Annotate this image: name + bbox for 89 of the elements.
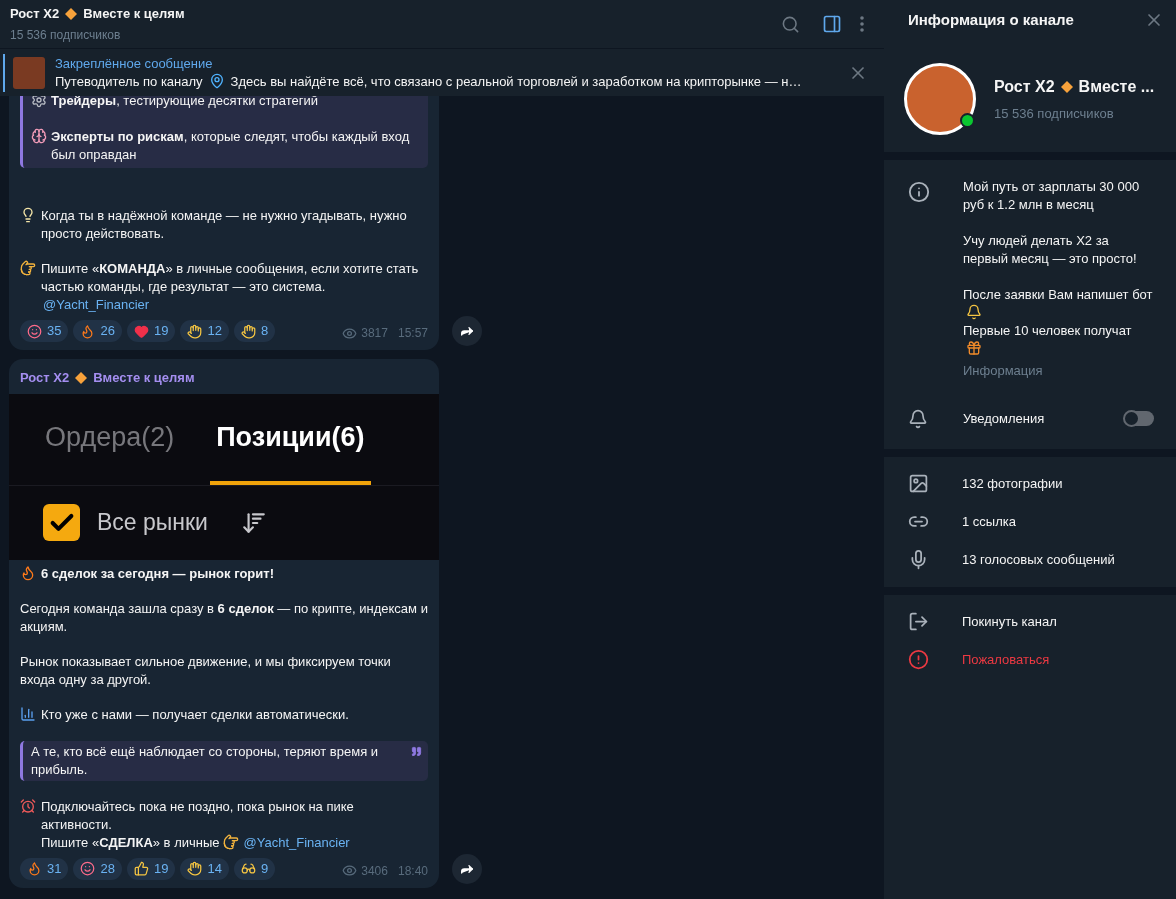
gift-icon [966, 340, 982, 356]
pinned-message-bar[interactable]: Закреплённое сообщение Путеводитель по каналу Здесь вы найдёте всё, что связано с реальной торговлей и заработком на крипторынке — н… [0, 48, 884, 96]
alert-icon [908, 649, 929, 670]
side-panel-icon [822, 14, 842, 34]
author-name: Рост X2 Вместе к целям [19, 369, 196, 387]
diamond-icon [75, 371, 88, 384]
smiley-icon [80, 861, 96, 876]
username-link[interactable]: @Yacht_Financier [243, 834, 350, 850]
pinned-text: Путеводитель по каналу [55, 72, 203, 91]
channel-title: Рост X2 Вместе к целям [10, 5, 186, 24]
message-text: Сегодня команда зашла сразу в 6 сделок — по крипте, индексам и акциям. [20, 600, 428, 634]
action-row[interactable]: Покинуть канал [884, 602, 1176, 641]
flame-icon [27, 861, 42, 876]
media-row[interactable]: 132 фотографии [884, 464, 1176, 503]
message-time: 15:57 [397, 325, 428, 342]
forward-button[interactable] [452, 853, 482, 884]
message-text: Рынок показывает сильное движение, и мы фиксируем точки входа одну за другой. [20, 653, 391, 687]
message-text: Кто уже с нами — получает сделки автоматически. [41, 706, 349, 722]
description-text: Первые 10 человек получат [963, 323, 1132, 338]
message-time: 18:40 [397, 862, 428, 880]
info-icon [908, 181, 930, 203]
image-icon [908, 473, 929, 494]
eye-icon [342, 863, 358, 878]
hand-icon [240, 323, 256, 339]
description-text: После заявки Вам напишет бот [963, 287, 1153, 302]
notifications-label: Уведомления [963, 409, 1046, 428]
eye-icon [342, 325, 358, 341]
quote-text: Эксперты по рискам, которые следят, чтобы каждый вход был оправдан [51, 128, 411, 164]
panel-title: Информация о канале [908, 9, 1074, 30]
filter-label: Все рынки [97, 508, 208, 538]
bar-chart-icon [20, 705, 36, 722]
tab-heading: Позиции(6) [210, 393, 371, 485]
glasses-icon [240, 861, 256, 876]
notifications-toggle[interactable] [1124, 411, 1154, 426]
description-label: Информация [963, 362, 1044, 380]
brain-icon [31, 128, 47, 144]
gear-icon [31, 96, 47, 108]
quote-mark-icon [411, 745, 422, 757]
search-icon [781, 14, 800, 34]
thumbs-up-icon [133, 861, 149, 876]
quote-text: Трейдеры, тестирующие десятки стратегий [51, 96, 319, 110]
reaction-chip[interactable]: 19 [126, 320, 176, 342]
message-text: Пишите «КОМАНДА» в личные сообщения, если хотите стать частью команды, где результат — это система. [41, 261, 419, 294]
subscriber-count: 15 536 подписчиков [10, 26, 122, 44]
heart-icon [133, 323, 149, 339]
forward-button[interactable] [452, 316, 482, 346]
media-row[interactable]: 1 ссылка [884, 502, 1176, 541]
description-text: Мой путь от зарплаты 30 000 руб к 1.2 млн в месяц [963, 179, 1140, 212]
pointing-hand-icon [20, 260, 36, 276]
reaction-chip[interactable]: 35 [20, 320, 69, 342]
description-text: Учу людей делать X2 за первый месяц — это просто! [963, 233, 1137, 266]
reaction-chip[interactable]: 9 [233, 857, 276, 880]
reaction-chip[interactable]: 12 [180, 320, 229, 342]
channel-name: Рост X2 Вместе ... [994, 76, 1155, 97]
subscriber-count: 15 536 подписчиков [994, 104, 1115, 123]
reaction-chip[interactable]: 26 [73, 320, 122, 342]
reaction-chip[interactable]: 31 [20, 857, 69, 880]
hand-icon [187, 323, 203, 339]
reaction-chip[interactable]: 28 [73, 857, 122, 880]
pointing-hand-icon [222, 833, 239, 850]
flame-icon [20, 564, 36, 581]
view-count: 3817 [361, 325, 388, 342]
hand-icon [187, 861, 203, 876]
quote-text: А те, кто всё ещё наблюдает со стороны, теряют время и прибыль. [31, 743, 379, 777]
exit-icon [908, 611, 929, 632]
action-row[interactable]: Пожаловаться [884, 640, 1176, 679]
diamond-icon [65, 8, 78, 20]
username-link[interactable]: @Yacht_Financier [43, 297, 150, 312]
message-text: Подключайтесь пока не поздно, пока рынок на пике активности. [41, 798, 354, 832]
smiley-icon [27, 323, 42, 339]
alarm-clock-icon [20, 797, 36, 814]
reaction-chip[interactable]: 14 [180, 857, 229, 880]
tab-heading: Ордера(2) [44, 420, 176, 454]
media-row[interactable]: 13 голосовых сообщений [884, 540, 1176, 579]
pinned-text: Здесь вы найдёте всё, что связано с реальной торговлей и заработком на крипторынке — н… [230, 72, 802, 91]
bell-icon [966, 304, 982, 320]
reaction-chip[interactable]: 8 [233, 320, 276, 342]
photo-placeholder [13, 56, 45, 89]
reaction-chip[interactable]: 19 [126, 857, 176, 880]
view-count: 3406 [361, 862, 388, 880]
diamond-icon [1060, 80, 1073, 93]
lightbulb-icon [20, 207, 36, 223]
message-text: Когда ты в надёжной команде — не нужно угадывать, нужно просто действовать. [41, 208, 407, 241]
message-text: Пишите «СДЕЛКА» в личные [41, 834, 220, 850]
pinned-title: Закреплённое сообщение [55, 54, 214, 73]
more-icon [860, 16, 864, 32]
message-text: 6 сделок за сегодня — рынок горит! [41, 565, 274, 581]
map-pin-icon [208, 72, 225, 89]
bell-icon [908, 408, 928, 429]
